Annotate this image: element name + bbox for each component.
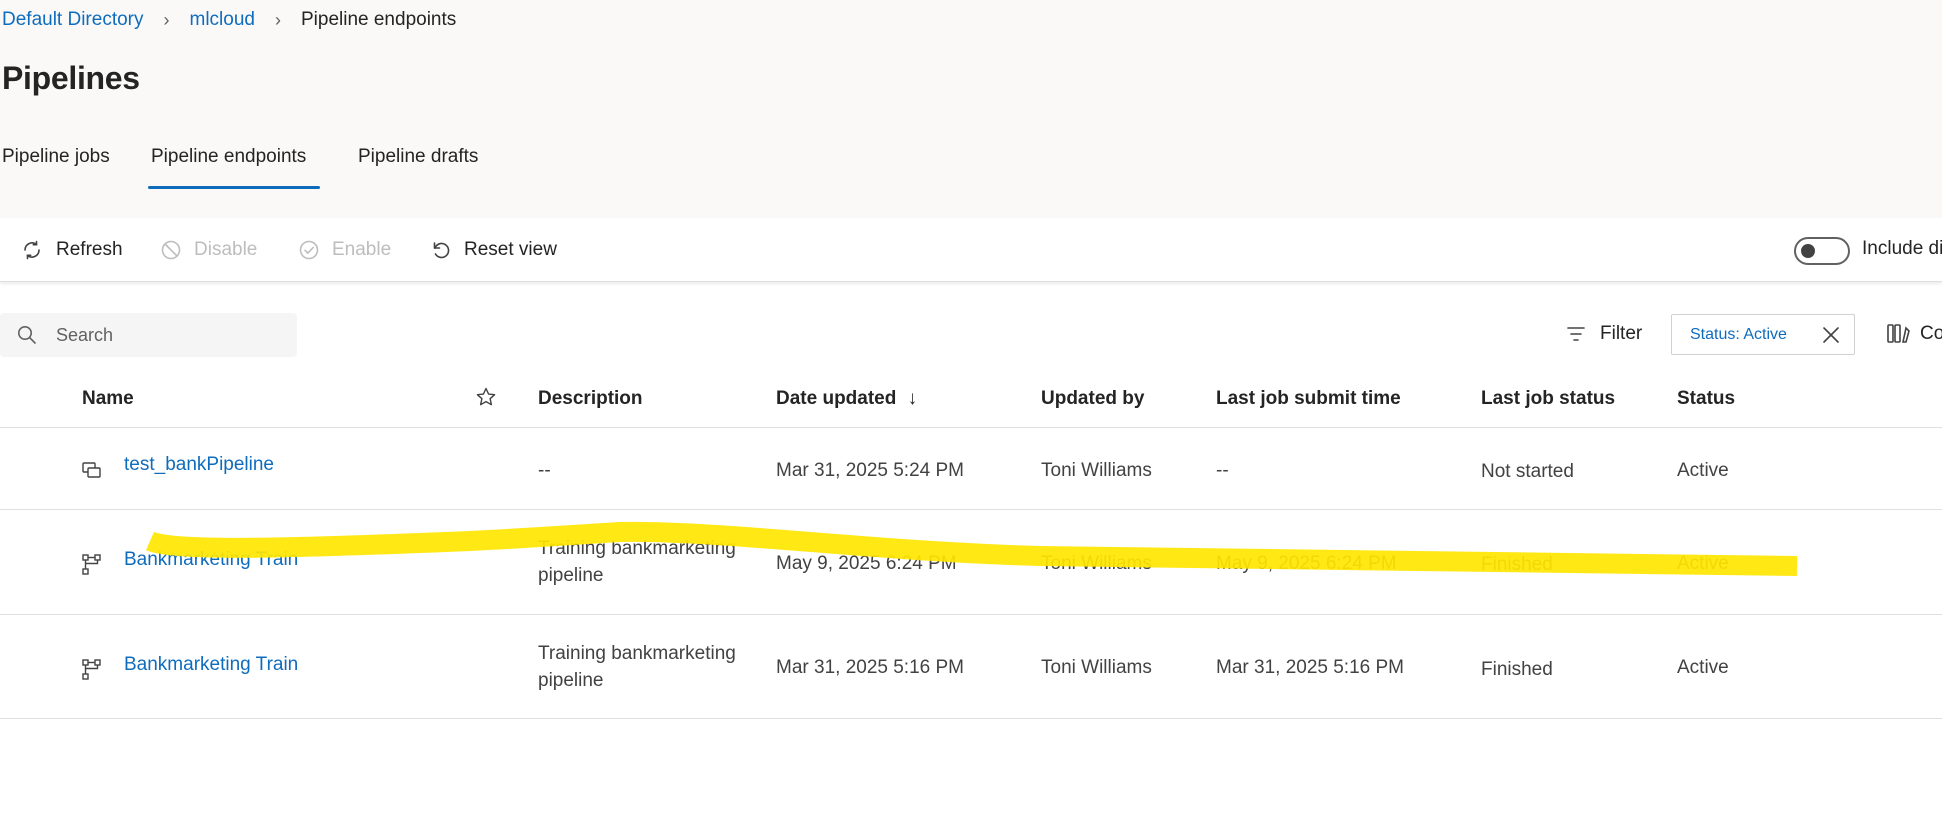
- page-title: Pipelines: [2, 60, 140, 96]
- status-filter-chip[interactable]: Status: Active: [1671, 314, 1855, 355]
- table-row[interactable]: test_bankPipeline -- Mar 31, 2025 5:24 P…: [0, 428, 1942, 510]
- cell-last-job-status: Finished: [1481, 554, 1553, 575]
- enable-label: Enable: [332, 239, 392, 260]
- pipeline-endpoints-table: Name Description Date updated ↓ Updated …: [0, 370, 1942, 719]
- refresh-icon: [24, 240, 40, 260]
- search-input[interactable]: Search: [56, 325, 113, 346]
- cell-last-job-submit-time: Mar 31, 2025 5:16 PM: [1216, 657, 1404, 678]
- pipeline-graph-icon: [82, 554, 101, 575]
- column-header-status[interactable]: Status: [1677, 388, 1735, 410]
- cell-last-job-submit-time: --: [1216, 460, 1229, 481]
- search-icon: [18, 326, 36, 344]
- cell-description: --: [538, 460, 551, 481]
- chevron-right-icon: ›: [274, 9, 281, 30]
- command-bar: Refresh Disable Enable Reset view Includ…: [0, 218, 1942, 282]
- reset-view-label: Reset view: [464, 239, 557, 260]
- cell-status: Active: [1677, 460, 1729, 481]
- column-header-name[interactable]: Name: [82, 388, 134, 410]
- cell-updated-by: Toni Williams: [1041, 657, 1152, 678]
- sort-descending-icon: ↓: [907, 388, 918, 409]
- filter-icon: [1567, 327, 1585, 341]
- search-box[interactable]: Search: [0, 313, 297, 357]
- refresh-button[interactable]: Refresh: [20, 236, 123, 264]
- pipeline-name-link[interactable]: Bankmarketing Train: [124, 654, 298, 676]
- pipeline-endpoint-icon: [82, 462, 101, 478]
- checkmark-circle-icon: [299, 240, 319, 260]
- cell-updated-by: Toni Williams: [1041, 460, 1152, 481]
- cell-status: Active: [1677, 657, 1729, 678]
- cell-status: Active: [1677, 553, 1729, 574]
- cell-last-job-submit-time: May 9, 2025 6:24 PM: [1216, 553, 1397, 574]
- column-header-last-job-status[interactable]: Last job status: [1481, 388, 1615, 410]
- cell-date-updated: Mar 31, 2025 5:16 PM: [776, 657, 964, 678]
- cell-last-job-status: Finished: [1481, 659, 1553, 680]
- breadcrumb-default-directory[interactable]: Default Directory: [2, 9, 144, 31]
- star-icon[interactable]: [475, 386, 497, 408]
- cell-updated-by: Toni Williams: [1041, 553, 1152, 574]
- column-header-date-updated[interactable]: Date updated ↓: [776, 388, 917, 410]
- cell-date-updated: May 9, 2025 6:24 PM: [776, 553, 957, 574]
- disable-button[interactable]: Disable: [160, 236, 257, 264]
- status-filter-chip-label: Status: Active: [1690, 325, 1787, 343]
- cell-date-updated: Mar 31, 2025 5:24 PM: [776, 460, 964, 481]
- columns-button[interactable]: Co: [1886, 322, 1942, 346]
- table-header-row: Name Description Date updated ↓ Updated …: [0, 370, 1942, 428]
- pipeline-graph-icon: [82, 659, 101, 680]
- disable-label: Disable: [194, 239, 258, 260]
- cell-description: Training bankmarketing pipeline: [538, 643, 736, 691]
- toggle-knob: [1801, 244, 1815, 258]
- refresh-label: Refresh: [56, 239, 123, 260]
- breadcrumb-current: Pipeline endpoints: [300, 9, 457, 30]
- include-toggle[interactable]: [1794, 237, 1850, 265]
- filter-label: Filter: [1600, 323, 1643, 344]
- page-header-area: Default Directory › mlcloud › Pipeline e…: [0, 0, 1942, 218]
- column-header-date-updated-label: Date updated: [776, 388, 897, 409]
- column-header-updated-by[interactable]: Updated by: [1041, 388, 1144, 410]
- tab-pipeline-drafts[interactable]: Pipeline drafts: [358, 146, 478, 168]
- undo-icon: [433, 242, 450, 259]
- close-icon[interactable]: [1822, 326, 1840, 344]
- enable-button[interactable]: Enable: [298, 236, 391, 264]
- column-header-last-job-submit-time[interactable]: Last job submit time: [1216, 388, 1401, 410]
- pipeline-name-link[interactable]: Bankmarketing Train: [124, 549, 298, 571]
- selected-tab-indicator: [148, 186, 320, 189]
- breadcrumb: Default Directory › mlcloud › Pipeline e…: [2, 8, 456, 32]
- prohibited-icon: [161, 240, 181, 260]
- breadcrumb-mlcloud[interactable]: mlcloud: [190, 9, 255, 31]
- column-header-description[interactable]: Description: [538, 388, 643, 410]
- cell-description: Training bankmarketing pipeline: [538, 538, 736, 586]
- include-toggle-label: Include di: [1862, 238, 1942, 259]
- table-row[interactable]: Bankmarketing Train Training bankmarketi…: [0, 615, 1942, 719]
- pipeline-name-link[interactable]: test_bankPipeline: [124, 454, 274, 476]
- reset-view-button[interactable]: Reset view: [430, 236, 557, 264]
- tab-pipeline-endpoints[interactable]: Pipeline endpoints: [151, 146, 306, 168]
- columns-icon: [1887, 324, 1910, 343]
- tab-pipeline-jobs[interactable]: Pipeline jobs: [2, 146, 110, 168]
- cell-last-job-status: Not started: [1481, 461, 1574, 482]
- table-row[interactable]: Bankmarketing Train Training bankmarketi…: [0, 510, 1942, 615]
- columns-label: Co: [1920, 323, 1942, 344]
- chevron-right-icon: ›: [163, 9, 170, 30]
- filter-button[interactable]: Filter: [1566, 323, 1642, 345]
